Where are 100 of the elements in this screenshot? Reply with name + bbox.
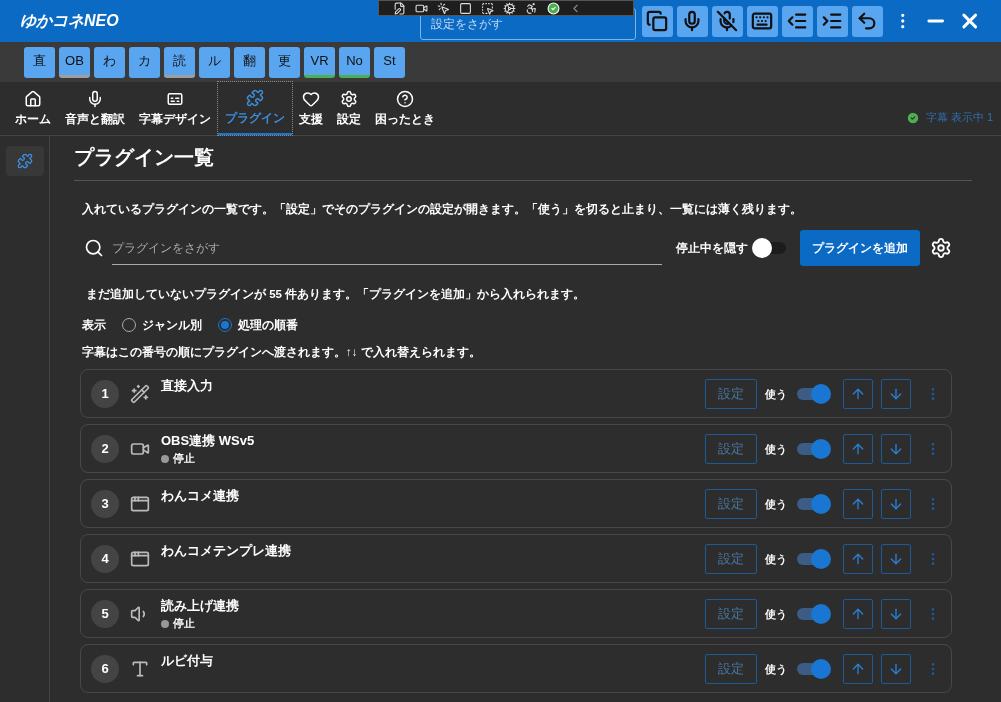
view-label: 表示	[82, 316, 106, 334]
use-label: 使う	[765, 606, 787, 622]
quick-button[interactable]: St	[374, 46, 405, 78]
use-switch[interactable]	[795, 548, 831, 569]
edit-icon[interactable]	[393, 1, 406, 15]
move-up-button[interactable]	[843, 433, 873, 464]
order-number: 2	[91, 434, 119, 463]
order-number: 6	[91, 654, 119, 683]
order-number: 5	[91, 599, 119, 628]
use-label: 使う	[765, 386, 787, 402]
copy-button[interactable]	[641, 5, 673, 37]
plugin-name: 読み上げ連携	[161, 596, 240, 615]
use-label: 使う	[765, 496, 787, 512]
hint-text: 字幕はこの番号の順にプラグインへ渡されます。↑↓ で入れ替えられます。	[82, 344, 482, 361]
notice-text: まだ追加していないプラグインが 55 件あります。「プラグインを追加」から入れられます。	[86, 286, 587, 303]
use-switch[interactable]	[795, 438, 831, 459]
nav-tab[interactable]: 設定	[330, 82, 368, 135]
description-text: 入れているプラグインの一覧です。「設定」でそのプラグインの設定が開きます。「使う」を切ると止まり、一覧には薄く残ります。	[82, 201, 803, 218]
status-text: 字幕 表示中 1	[925, 110, 993, 126]
move-down-button[interactable]	[881, 433, 911, 464]
quick-button[interactable]: 読	[164, 46, 195, 78]
status-label: 停止	[173, 451, 195, 467]
quick-button[interactable]: OB	[59, 46, 90, 78]
window-title: ゆかコネNEO	[20, 11, 120, 31]
quick-button[interactable]: 翻	[234, 46, 265, 78]
undo-button[interactable]	[851, 5, 883, 37]
nav-tab[interactable]: プラグイン	[218, 82, 292, 135]
search-icon	[84, 238, 104, 259]
plugin-name: わんコメテンプレ連携	[161, 541, 292, 560]
quick-button[interactable]: No	[339, 46, 370, 78]
nav-tab[interactable]: 支援	[292, 82, 330, 135]
hide-stopped-label: 停止中を隠す	[676, 240, 748, 258]
quick-button[interactable]: VR	[304, 46, 335, 78]
pointer-icon[interactable]	[437, 1, 450, 15]
move-up-button[interactable]	[843, 653, 873, 684]
copy-icon	[646, 10, 669, 32]
plugin-name: 直接入力	[161, 376, 214, 395]
plugin-name: ルビ付与	[161, 651, 214, 670]
home-icon	[24, 89, 42, 108]
quick-button[interactable]: わ	[94, 46, 125, 78]
check-icon[interactable]	[547, 1, 560, 15]
mic-off-icon	[716, 10, 739, 32]
check-icon	[905, 110, 920, 125]
use-label: 使う	[765, 551, 787, 567]
square-icon[interactable]	[459, 1, 472, 15]
use-switch[interactable]	[795, 658, 831, 679]
nav-tab[interactable]: ホーム	[8, 82, 58, 135]
move-down-button[interactable]	[881, 598, 911, 629]
mic-icon	[86, 89, 104, 108]
mic-button[interactable]	[676, 5, 708, 37]
keyboard-button[interactable]	[746, 5, 778, 37]
plugin-name: OBS連携 WSv5	[161, 431, 256, 450]
indent-button[interactable]	[781, 5, 813, 37]
status-label: 停止	[173, 616, 195, 632]
settings-icon	[340, 89, 358, 108]
use-label: 使う	[765, 661, 787, 677]
use-switch[interactable]	[795, 383, 831, 404]
add-plugin-button[interactable]: プラグインを追加	[800, 230, 920, 267]
use-switch[interactable]	[795, 603, 831, 624]
quick-button[interactable]: カ	[129, 46, 160, 78]
help-icon	[396, 89, 414, 108]
move-up-button[interactable]	[843, 543, 873, 574]
move-up-button[interactable]	[843, 488, 873, 519]
nav-tab[interactable]: 音声と翻訳	[58, 82, 132, 135]
use-label: 使う	[765, 441, 787, 457]
indent-icon	[786, 10, 809, 32]
gear-icon[interactable]	[503, 1, 516, 15]
order-number: 1	[91, 379, 119, 408]
use-switch[interactable]	[795, 493, 831, 514]
move-down-button[interactable]	[881, 378, 911, 409]
move-up-button[interactable]	[843, 598, 873, 629]
puzzle-icon	[16, 153, 33, 169]
quick-button[interactable]: ル	[199, 46, 230, 78]
outdent-button[interactable]	[816, 5, 848, 37]
view-radio[interactable]: 処理の順番	[218, 315, 298, 334]
settings-icon[interactable]	[930, 237, 952, 260]
quick-button[interactable]: 更	[269, 46, 300, 78]
move-down-button[interactable]	[881, 543, 911, 574]
mic-off-button[interactable]	[711, 5, 743, 37]
keyboard-icon	[751, 10, 774, 32]
nav-tab[interactable]: 字幕デザイン	[132, 82, 218, 135]
move-down-button[interactable]	[881, 653, 911, 684]
view-radio[interactable]: ジャンル別	[122, 315, 202, 334]
heart-icon	[302, 89, 320, 108]
plugin-side-button[interactable]	[5, 146, 44, 176]
move-down-button[interactable]	[881, 488, 911, 519]
plugin-name: わんコメ連携	[161, 486, 240, 505]
order-number: 3	[91, 489, 119, 518]
hide-stopped-switch[interactable]	[752, 238, 788, 259]
order-number: 4	[91, 544, 119, 573]
nav-tab[interactable]: 困ったとき	[368, 82, 442, 135]
puzzle-icon	[246, 88, 264, 107]
move-up-button[interactable]	[843, 378, 873, 409]
accessibility-icon[interactable]	[525, 1, 538, 15]
wand-icon	[130, 383, 150, 404]
plugin-search-field[interactable]: プラグインをさがす	[112, 231, 662, 266]
selection-icon[interactable]	[481, 1, 494, 15]
outdent-icon	[821, 10, 844, 32]
page-title: プラグイン一覧	[74, 136, 972, 181]
quick-button[interactable]: 直	[24, 46, 55, 78]
